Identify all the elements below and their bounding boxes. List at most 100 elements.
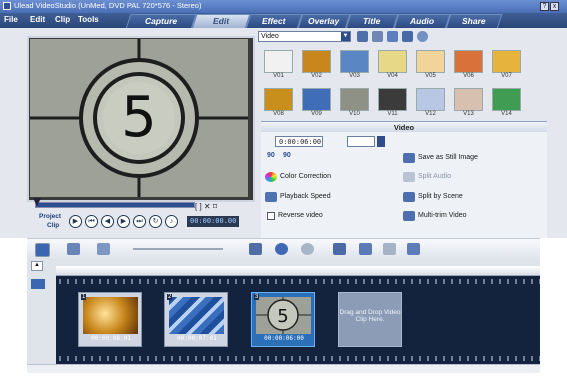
rotate-left-button[interactable]: 90	[267, 152, 275, 159]
next-frame-icon[interactable]: ▶	[117, 215, 130, 228]
clip-duration: 00:00:06:00	[264, 335, 304, 342]
step-capture[interactable]: Capture	[125, 14, 197, 29]
thumbnail-label: V07	[501, 73, 512, 79]
save-still-icon	[403, 153, 415, 163]
library-thumbnail[interactable]: V12	[414, 86, 447, 118]
library-thumbnail[interactable]: V13	[452, 86, 485, 118]
expand-icon[interactable]	[417, 31, 428, 42]
step-title[interactable]: Title	[345, 14, 399, 29]
multi-trim-button[interactable]: Multi-trim Video	[418, 212, 467, 219]
library-thumbnail[interactable]: V02	[300, 48, 333, 80]
library-thumbnail[interactable]: V08	[262, 86, 295, 118]
smart-proxy-icon[interactable]	[333, 243, 346, 255]
help-button[interactable]: ?	[540, 2, 549, 11]
library-thumbnail[interactable]: V14	[490, 86, 523, 118]
step-edit[interactable]: Edit	[191, 14, 251, 29]
countdown-number: 5	[121, 85, 157, 150]
thumbnail-image	[378, 88, 407, 111]
thumbnail-label: V04	[387, 73, 398, 79]
repeat-icon[interactable]: ↻	[149, 215, 162, 228]
volume-spinner[interactable]	[377, 136, 385, 147]
volume-icon[interactable]: ♪	[165, 215, 178, 228]
timeline-ruler[interactable]	[56, 266, 540, 276]
library-thumbnail[interactable]: V07	[490, 48, 523, 80]
thumbnail-image	[492, 88, 521, 111]
scroll-up-icon[interactable]: ▲	[31, 261, 43, 271]
sort-icon[interactable]	[387, 31, 398, 42]
step-share[interactable]: Share	[445, 14, 503, 29]
timecode-display[interactable]: 00:00:00.00	[187, 216, 239, 227]
storyboard-track: 1 00:00:08:01 2 00:00:07:01 5 3 00:00:06…	[56, 276, 540, 364]
timeline-clip[interactable]: 2 00:00:07:01	[164, 292, 228, 347]
scrub-bar[interactable]	[35, 202, 195, 208]
library-thumbnail[interactable]: V04	[376, 48, 409, 80]
drop-zone[interactable]: Drag and Drop Video Clip Here.	[338, 292, 402, 347]
thumbnail-image	[492, 50, 521, 73]
library-thumbnail[interactable]: V06	[452, 48, 485, 80]
project-mode-label[interactable]: Project	[39, 213, 61, 220]
step-overlay[interactable]: Overlay	[297, 14, 351, 29]
thumbnail-image	[340, 88, 369, 111]
video-track-icon[interactable]	[31, 279, 45, 289]
library-header: Video ▼	[258, 30, 548, 44]
library-thumbnail[interactable]: V05	[414, 48, 447, 80]
batch-convert-icon[interactable]	[383, 243, 396, 255]
clip-number: 3	[254, 294, 260, 300]
menu-tools[interactable]: Tools	[78, 15, 99, 24]
thumbnail-image	[302, 88, 331, 111]
movie-wizard-icon[interactable]	[407, 243, 420, 255]
timeline-clip-selected[interactable]: 5 3 00:00:06:00	[251, 292, 315, 347]
fit-project-icon[interactable]	[249, 243, 262, 255]
app-icon	[3, 2, 11, 10]
end-icon[interactable]: ⏭	[133, 215, 146, 228]
reverse-video-checkbox[interactable]	[267, 212, 275, 220]
duration-field[interactable]: 0:00:06:00	[275, 136, 323, 147]
thumbnail-image	[416, 50, 445, 73]
library-thumbnail[interactable]: V03	[338, 48, 371, 80]
library-manager-icon[interactable]	[372, 31, 383, 42]
library-thumbnail[interactable]: V10	[338, 86, 371, 118]
close-button[interactable]: x	[550, 2, 559, 11]
library-category-select[interactable]: Video ▼	[258, 31, 351, 42]
split-audio-button[interactable]: Split Audio	[418, 173, 451, 180]
folder-icon[interactable]	[357, 31, 368, 42]
rotate-right-button[interactable]: 90	[283, 152, 291, 159]
home-icon[interactable]: ⏮	[85, 215, 98, 228]
library-thumbnail[interactable]: V09	[300, 86, 333, 118]
clip-mode-label[interactable]: Clip	[47, 222, 59, 229]
volume-field[interactable]	[347, 136, 375, 147]
trim-markers[interactable]: [ ] ✕ ⌑	[195, 202, 217, 211]
timeline-scrollbar[interactable]	[27, 364, 540, 373]
previous-frame-icon[interactable]: ◀	[101, 215, 114, 228]
storyboard-view-icon[interactable]	[35, 243, 50, 257]
audio-view-icon[interactable]	[97, 243, 110, 255]
library-thumbnail[interactable]: V11	[376, 86, 409, 118]
options-panel: 0:00:06:00 90 90 Color Correction Playba…	[261, 132, 547, 238]
thumbnail-image	[264, 50, 293, 73]
playback-speed-icon	[265, 192, 277, 202]
undo-icon[interactable]	[275, 243, 288, 255]
step-effect[interactable]: Effect	[245, 14, 303, 29]
redo-icon[interactable]	[301, 243, 314, 255]
timeline-view-icon[interactable]	[67, 243, 80, 255]
split-scene-button[interactable]: Split by Scene	[418, 193, 463, 200]
save-still-button[interactable]: Save as Still Image	[418, 154, 478, 161]
menu-file[interactable]: File	[4, 15, 18, 24]
view-icon[interactable]	[402, 31, 413, 42]
zoom-slider[interactable]	[133, 248, 223, 250]
color-correction-button[interactable]: Color Correction	[280, 173, 331, 180]
menu-edit[interactable]: Edit	[30, 15, 45, 24]
thumbnail-image	[454, 88, 483, 111]
playback-speed-button[interactable]: Playback Speed	[280, 193, 331, 200]
menu-clip[interactable]: Clip	[55, 15, 70, 24]
smart-render-icon[interactable]	[359, 243, 372, 255]
thumbnail-label: V01	[273, 73, 284, 79]
window-title: Ulead VideoStudio (UnMed, DVD PAL 720*57…	[14, 1, 202, 10]
clip-thumbnail	[169, 297, 224, 334]
play-icon[interactable]: ▶	[69, 215, 82, 228]
thumbnail-label: V14	[501, 111, 512, 117]
timeline-clip[interactable]: 1 00:00:08:01	[78, 292, 142, 347]
library-thumbnail[interactable]: V01	[262, 48, 295, 80]
step-audio[interactable]: Audio	[393, 14, 451, 29]
thumbnail-image	[378, 50, 407, 73]
